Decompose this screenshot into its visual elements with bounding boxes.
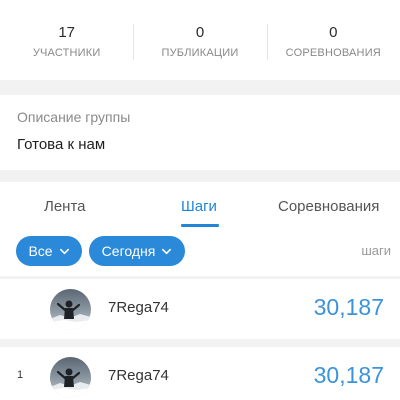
tab-feed[interactable]: Лента: [44, 198, 86, 216]
avatar: [50, 289, 91, 330]
stat-participants-label: УЧАСТНИКИ: [32, 47, 101, 59]
stat-competitions-count: 0: [329, 24, 338, 41]
tab-competitions[interactable]: Соревнования: [278, 198, 379, 216]
stat-publications-label: ПУБЛИКАЦИИ: [161, 47, 239, 59]
stat-competitions-label: СОРЕВНОВАНИЯ: [285, 47, 381, 59]
row-name: 7Rega74: [108, 299, 169, 316]
active-tab-indicator: [181, 224, 219, 227]
row-rank: 1: [17, 369, 24, 381]
stat-publications-count: 0: [195, 24, 205, 41]
steps-panel: Лента Шаги Соревнования Все Сегодня шаги: [0, 182, 400, 276]
tab-bar: Лента Шаги Соревнования: [0, 182, 400, 228]
tab-steps[interactable]: Шаги: [181, 198, 217, 216]
row-steps-value: 30,187: [313, 294, 384, 320]
filter-bar: Все Сегодня шаги: [0, 236, 400, 268]
leaderboard-row[interactable]: 1 7Rega74 30,187: [0, 347, 400, 400]
all-filter-label: Все: [28, 243, 53, 259]
stat-participants-count: 17: [58, 24, 75, 41]
period-filter-label: Сегодня: [101, 243, 156, 259]
steps-unit-label: шаги: [361, 243, 391, 258]
leaderboard-row[interactable]: 7Rega74 30,187: [0, 279, 400, 339]
stat-competitions[interactable]: 0 СОРЕВНОВАНИЯ: [266, 0, 400, 80]
all-filter-button[interactable]: Все: [16, 236, 82, 266]
description-title: Описание группы: [17, 109, 131, 125]
chevron-down-icon: [162, 248, 172, 254]
row-steps-value: 30,187: [313, 362, 384, 388]
group-description: Описание группы Готова к нам: [0, 95, 400, 170]
row-name: 7Rega74: [108, 367, 169, 384]
stat-publications[interactable]: 0 ПУБЛИКАЦИИ: [133, 0, 266, 80]
period-filter-button[interactable]: Сегодня: [89, 236, 185, 266]
description-text: Готова к нам: [17, 136, 106, 153]
chevron-down-icon: [59, 248, 69, 254]
stat-participants[interactable]: 17 УЧАСТНИКИ: [0, 0, 133, 80]
avatar: [50, 357, 91, 398]
group-stats: 17 УЧАСТНИКИ 0 ПУБЛИКАЦИИ 0 СОРЕВНОВАНИЯ: [0, 0, 400, 80]
